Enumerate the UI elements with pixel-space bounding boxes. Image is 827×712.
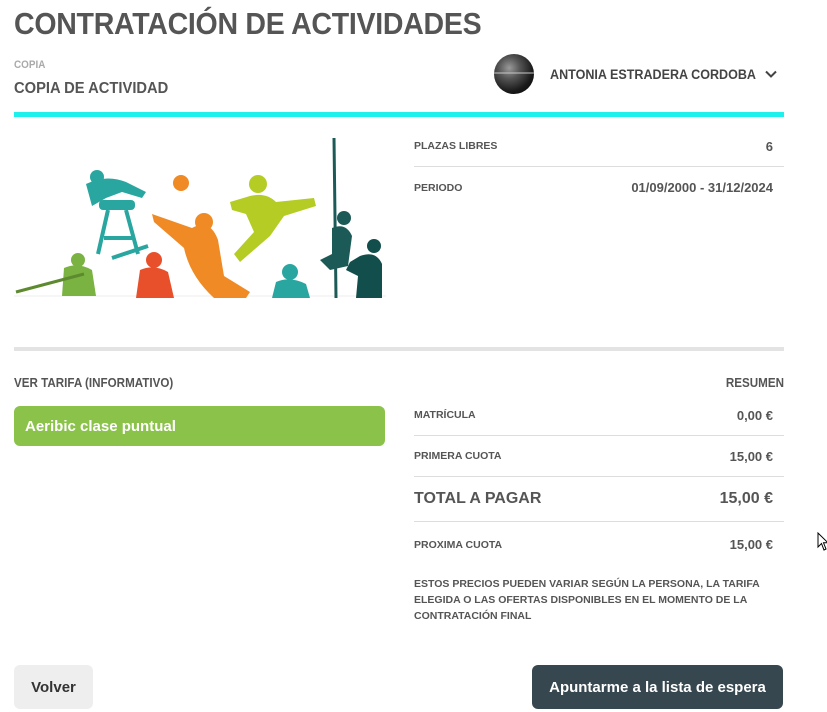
periodo-value: 01/09/2000 - 31/12/2024: [631, 180, 773, 195]
summary-row-matricula: MATRÍCULA 0,00 €: [414, 395, 784, 436]
total-value: 15,00 €: [719, 490, 773, 507]
page-title: CONTRATACIÓN DE ACTIVIDADES: [14, 6, 482, 41]
avatar-sphere-icon: [494, 54, 534, 94]
summary-row-proxima-cuota: PROXIMA CUOTA 15,00 €: [414, 522, 784, 567]
primera-cuota-value: 15,00 €: [729, 448, 773, 464]
matricula-value: 0,00 €: [736, 407, 773, 423]
matricula-label: MATRÍCULA: [414, 409, 476, 421]
info-row-plazas: PLAZAS LIBRES 6: [414, 126, 784, 167]
plazas-label: PLAZAS LIBRES: [414, 140, 498, 152]
user-name: ANTONIA ESTRADERA CORDOBA: [550, 66, 757, 82]
join-waitlist-button[interactable]: Apuntarme a la lista de espera: [532, 665, 783, 709]
plazas-value: 6: [765, 138, 773, 154]
tarifa-option[interactable]: Aeribic clase puntual: [14, 406, 385, 446]
activity-caption: COPIA: [14, 59, 46, 71]
summary-row-primera-cuota: PRIMERA CUOTA 15,00 €: [414, 436, 784, 477]
proxima-cuota-label: PROXIMA CUOTA: [414, 538, 503, 551]
activity-info-table: PLAZAS LIBRES 6 PERIODO 01/09/2000 - 31/…: [414, 126, 784, 208]
summary-row-total: TOTAL A PAGAR 15,00 €: [414, 477, 784, 522]
primera-cuota-label: PRIMERA CUOTA: [414, 450, 502, 462]
periodo-label: PERIODO: [414, 181, 463, 194]
price-summary-table: MATRÍCULA 0,00 € PRIMERA CUOTA 15,00 € T…: [414, 395, 784, 567]
mouse-pointer-icon: [817, 532, 827, 551]
sports-silhouettes-illustration: [14, 137, 386, 299]
total-label: TOTAL A PAGAR: [414, 490, 542, 507]
activity-name: COPIA DE ACTIVIDAD: [14, 80, 169, 97]
info-row-periodo: PERIODO 01/09/2000 - 31/12/2024: [414, 167, 784, 208]
user-menu[interactable]: ANTONIA ESTRADERA CORDOBA: [494, 53, 777, 95]
proxima-cuota-value: 15,00 €: [729, 537, 773, 552]
price-disclaimer: ESTOS PRECIOS PUEDEN VARIAR SEGÚN LA PER…: [414, 578, 760, 622]
section-divider: [14, 347, 784, 351]
chevron-down-icon: [765, 70, 777, 78]
back-button[interactable]: Volver: [14, 665, 93, 709]
summary-heading: RESUMEN: [725, 376, 784, 390]
tarifa-heading: VER TARIFA (INFORMATIVO): [14, 376, 174, 390]
accent-bar: [14, 112, 784, 117]
